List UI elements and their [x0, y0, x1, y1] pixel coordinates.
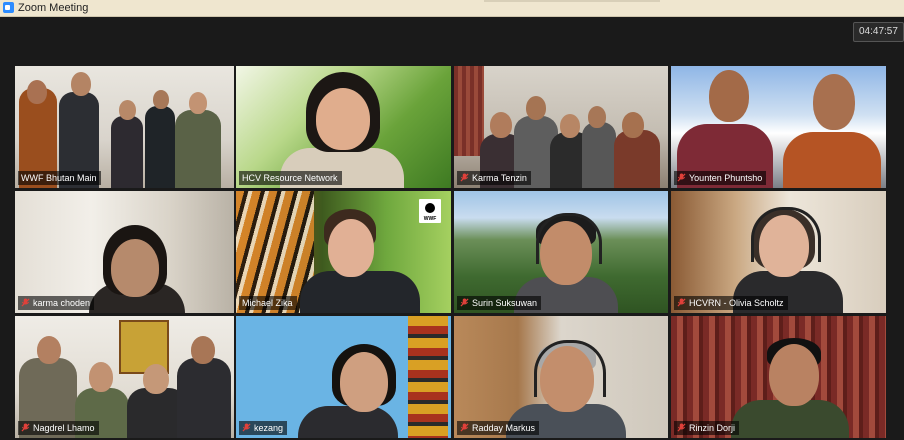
participant-name: kezang	[254, 423, 284, 433]
video-person-head	[189, 92, 207, 114]
video-person	[175, 110, 221, 188]
participant-name-tag: Radday Markus	[457, 421, 540, 435]
window-titlebar: Zoom Meeting	[0, 0, 904, 17]
video-person-head	[71, 72, 91, 96]
participant-tile-5[interactable]: karma choden	[15, 191, 234, 313]
participant-tile-11[interactable]: Radday Markus	[454, 316, 668, 438]
participant-name-tag: Karma Tenzin	[457, 171, 531, 185]
meeting-timer: 04:47:57	[853, 22, 904, 42]
video-person-head	[813, 74, 855, 130]
participant-name: Surin Suksuwan	[472, 298, 538, 308]
participant-name-tag: HCVRN - Olivia Scholtz	[674, 296, 788, 310]
video-person	[298, 406, 398, 438]
video-person-head	[526, 96, 546, 120]
participant-tile-1[interactable]: WWF Bhutan Main	[15, 66, 234, 188]
video-person-head	[709, 70, 749, 122]
video-person-head	[153, 90, 169, 109]
video-person	[614, 130, 660, 188]
muted-mic-icon	[21, 422, 30, 432]
participant-tile-12[interactable]: Rinzin Dorji	[671, 316, 886, 438]
video-person-head	[316, 88, 370, 150]
video-person-head	[490, 112, 512, 138]
muted-mic-icon	[677, 422, 686, 432]
video-person-head	[769, 344, 819, 406]
zoom-camera-icon	[3, 2, 14, 13]
participant-name: Karma Tenzin	[472, 173, 527, 183]
participant-tile-2[interactable]: HCV Resource Network	[236, 66, 451, 188]
participant-tile-6[interactable]: Michael Zika	[236, 191, 451, 313]
window-curtain	[454, 66, 484, 156]
video-person	[582, 122, 616, 188]
participant-name: Radday Markus	[472, 423, 536, 433]
participant-tile-3[interactable]: Karma Tenzin	[454, 66, 668, 188]
participant-name-tag: Surin Suksuwan	[457, 296, 542, 310]
muted-mic-icon	[677, 297, 686, 307]
participant-name: HCVRN - Olivia Scholtz	[689, 298, 784, 308]
participant-name: Nagdrel Lhamo	[33, 423, 95, 433]
participant-name-tag: Younten Phuntsho	[674, 171, 767, 185]
window-title: Zoom Meeting	[18, 2, 89, 14]
participant-name-tag: HCV Resource Network	[239, 171, 342, 185]
wall-hanging	[408, 316, 448, 438]
titlebar-drag-area[interactable]	[484, 0, 660, 2]
video-person-head	[27, 80, 47, 104]
participant-tile-10[interactable]: kezang	[236, 316, 451, 438]
video-person	[300, 271, 420, 313]
participant-tile-7[interactable]: Surin Suksuwan	[454, 191, 668, 313]
video-person-head	[143, 364, 169, 394]
video-person-head	[622, 112, 644, 138]
video-person-head	[119, 100, 136, 120]
participant-name-tag: kezang	[239, 421, 288, 435]
participant-tile-9[interactable]: Nagdrel Lhamo	[15, 316, 234, 438]
video-person	[111, 116, 143, 188]
video-person	[177, 358, 231, 438]
video-person-head	[111, 239, 159, 297]
video-person	[783, 132, 881, 188]
participant-name-tag: Nagdrel Lhamo	[18, 421, 99, 435]
participant-tile-4[interactable]: Younten Phuntsho	[671, 66, 886, 188]
muted-mic-icon	[242, 422, 251, 432]
video-person-head	[89, 362, 113, 392]
headset-band	[751, 207, 821, 262]
wwf-panda-logo	[419, 199, 441, 223]
participant-name-tag: Rinzin Dorji	[674, 421, 740, 435]
muted-mic-icon	[460, 422, 469, 432]
video-person-head	[191, 336, 215, 364]
participant-tile-8[interactable]: HCVRN - Olivia Scholtz	[671, 191, 886, 313]
participant-name: karma choden	[33, 298, 91, 308]
participant-name-tag: Michael Zika	[239, 296, 297, 310]
video-person-head	[560, 114, 580, 138]
muted-mic-icon	[677, 172, 686, 182]
headset-band	[534, 340, 606, 397]
participant-name: Rinzin Dorji	[689, 423, 736, 433]
muted-mic-icon	[460, 297, 469, 307]
video-person-head	[328, 219, 374, 277]
participant-name-tag: WWF Bhutan Main	[18, 171, 101, 185]
video-person	[145, 106, 175, 188]
muted-mic-icon	[460, 172, 469, 182]
video-person-head	[37, 336, 61, 364]
video-person-head	[588, 106, 606, 128]
video-person-head	[340, 352, 388, 412]
participant-name: Younten Phuntsho	[689, 173, 763, 183]
participant-name-tag: karma choden	[18, 296, 95, 310]
headset-band	[536, 213, 602, 264]
muted-mic-icon	[21, 297, 30, 307]
